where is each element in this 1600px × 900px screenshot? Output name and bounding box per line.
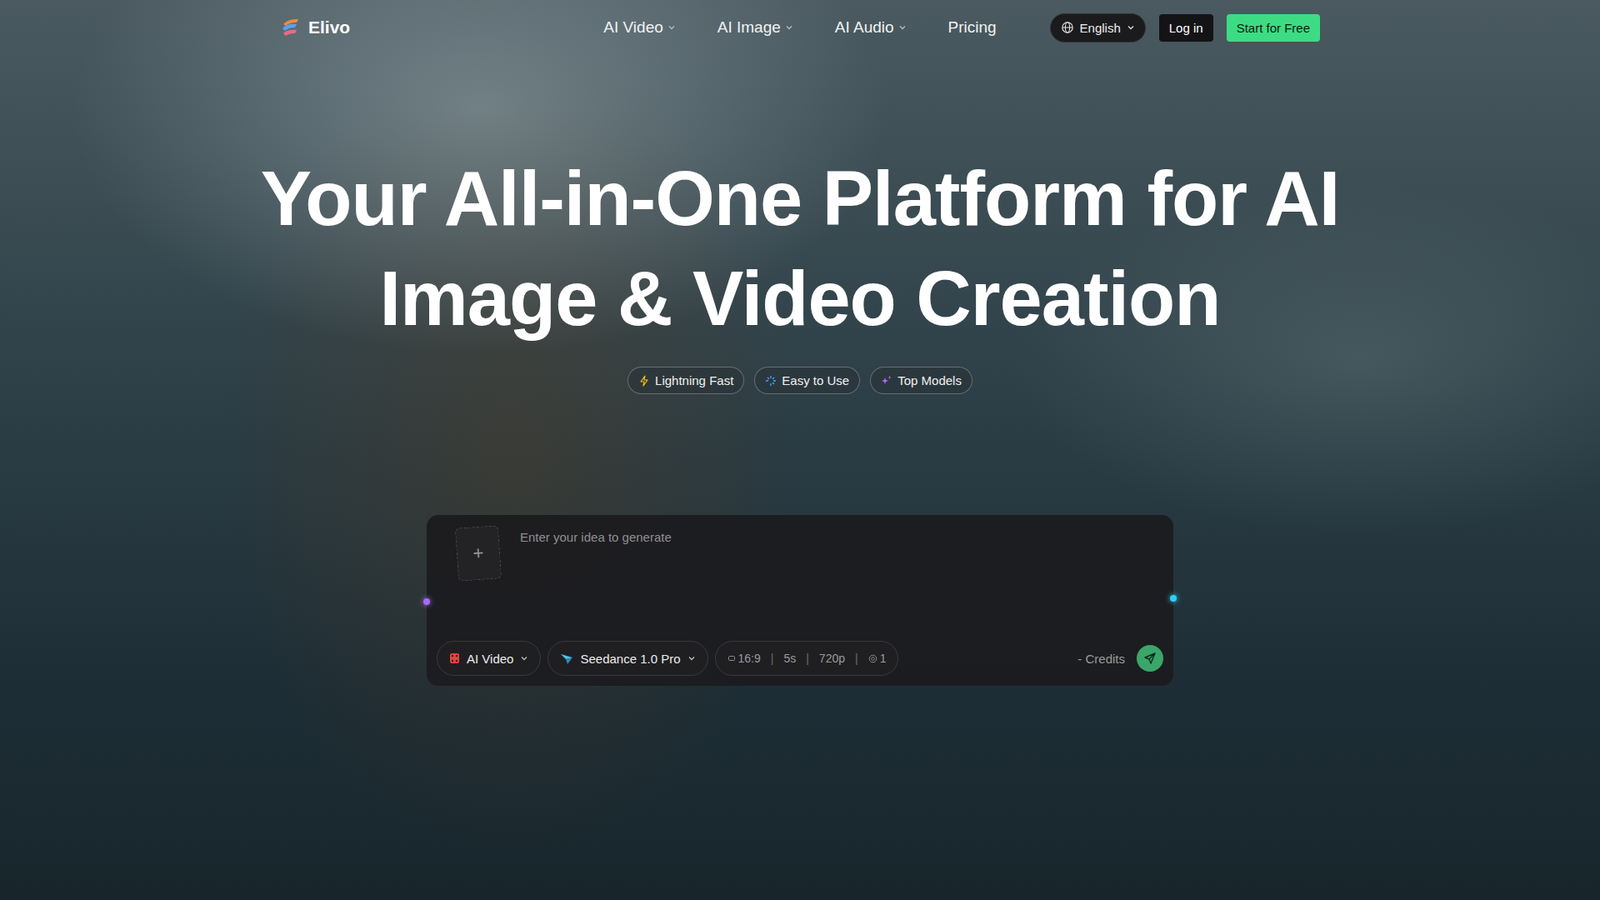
logo-icon — [280, 16, 302, 39]
start-free-button[interactable]: Start for Free — [1226, 14, 1320, 42]
model-icon — [560, 651, 574, 665]
settings-select[interactable]: 16:9|5s|720p|1 — [715, 640, 900, 676]
mode-select[interactable]: AI Video — [436, 640, 541, 676]
chevron-down-icon — [1126, 23, 1135, 32]
count-icon — [868, 654, 878, 664]
upload-button[interactable]: + — [455, 525, 502, 581]
video-icon — [449, 652, 460, 665]
nav-link[interactable]: AI Audio — [835, 18, 907, 37]
nav-link[interactable]: AI Video — [603, 18, 675, 37]
glow-dot — [423, 598, 430, 605]
hero-title: Your All-in-One Platform for AIImage & V… — [260, 148, 1340, 349]
prompt-input[interactable] — [520, 526, 1164, 641]
feature-badges: Lightning Fast Easy to Use Top Models — [627, 366, 973, 395]
send-icon — [1143, 651, 1157, 665]
logo[interactable]: Elivo — [280, 16, 350, 39]
language-select[interactable]: English — [1050, 13, 1146, 43]
prompt-box: + AI VideoSeedance 1.0 Pro16:9|5s|720p|1 -… — [426, 515, 1174, 686]
aspect-ratio-icon — [727, 654, 736, 663]
nav-links: AI Video AI Image AI Audio Pricing — [603, 18, 996, 37]
top-nav: Elivo AI Video AI Image AI Audio Pricing Engl… — [280, 0, 1320, 55]
setting-value: 16:9 — [727, 651, 761, 665]
sparkle-icon — [765, 375, 777, 387]
prompt-toolbar: AI VideoSeedance 1.0 Pro16:9|5s|720p|1 - … — [436, 640, 1164, 676]
chevron-down-icon — [520, 654, 529, 663]
nav-link[interactable]: AI Image — [717, 18, 794, 37]
chevron-down-icon — [687, 654, 696, 663]
hero: Your All-in-One Platform for AIImage & V… — [0, 55, 1600, 686]
feature-badge: Top Models — [870, 366, 973, 395]
sparkles-icon — [880, 375, 893, 387]
nav-link[interactable]: Pricing — [948, 18, 997, 37]
chevron-down-icon — [898, 23, 907, 32]
lightning-icon — [638, 375, 650, 387]
credits-label: - Credits — [1077, 651, 1125, 666]
background-video — [0, 0, 1600, 900]
setting-value: 5s — [783, 651, 796, 665]
login-button[interactable]: Log in — [1159, 14, 1214, 42]
setting-value: 1 — [868, 651, 887, 665]
model-select[interactable]: Seedance 1.0 Pro — [547, 640, 708, 676]
glow-dot — [1170, 595, 1177, 602]
setting-value: 720p — [819, 651, 845, 665]
send-button[interactable] — [1136, 645, 1164, 672]
feature-badge: Easy to Use — [754, 366, 860, 395]
chevron-down-icon — [667, 23, 676, 32]
feature-badge: Lightning Fast — [627, 366, 745, 395]
landing-page: Elivo AI Video AI Image AI Audio Pricing Engl… — [0, 0, 1600, 900]
chevron-down-icon — [785, 23, 794, 32]
globe-icon — [1060, 20, 1075, 35]
